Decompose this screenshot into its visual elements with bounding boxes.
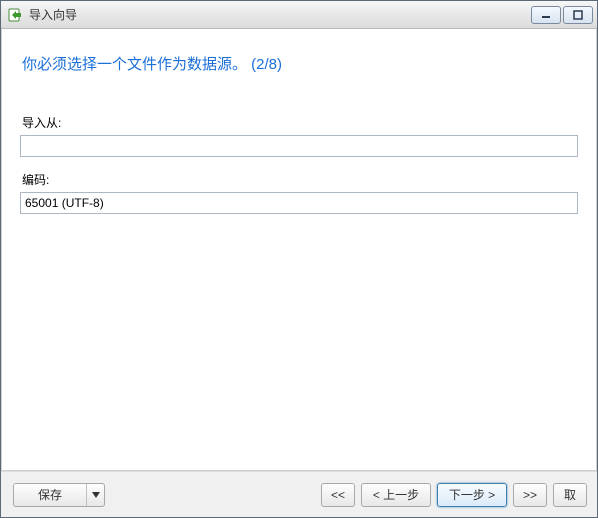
save-button[interactable]: 保存 — [13, 483, 105, 507]
save-dropdown-caret[interactable] — [86, 484, 104, 506]
app-icon — [7, 7, 23, 23]
first-button[interactable]: << — [321, 483, 355, 507]
maximize-button[interactable] — [563, 6, 593, 24]
encoding-select[interactable]: 65001 (UTF-8) — [20, 192, 578, 214]
next-button[interactable]: 下一步 > — [437, 483, 507, 507]
window-controls — [529, 6, 593, 24]
save-button-label: 保存 — [14, 486, 86, 503]
import-from-input[interactable] — [20, 135, 578, 157]
encoding-value: 65001 (UTF-8) — [25, 196, 104, 210]
import-wizard-window: 导入向导 你必须选择一个文件作为数据源。 (2/8) 导入从: 编码: 6500… — [0, 0, 598, 518]
titlebar: 导入向导 — [1, 1, 597, 29]
prev-button[interactable]: < 上一步 — [361, 483, 431, 507]
window-title: 导入向导 — [29, 6, 77, 23]
encoding-label: 编码: — [22, 171, 578, 188]
content-area: 你必须选择一个文件作为数据源。 (2/8) 导入从: 编码: 65001 (UT… — [1, 29, 597, 471]
step-heading: 你必须选择一个文件作为数据源。 (2/8) — [22, 53, 578, 74]
last-button[interactable]: >> — [513, 483, 547, 507]
footer: 保存 << < 上一步 下一步 > >> 取 — [1, 471, 597, 517]
minimize-button[interactable] — [531, 6, 561, 24]
cancel-button[interactable]: 取 — [553, 483, 587, 507]
import-from-label: 导入从: — [22, 114, 578, 131]
